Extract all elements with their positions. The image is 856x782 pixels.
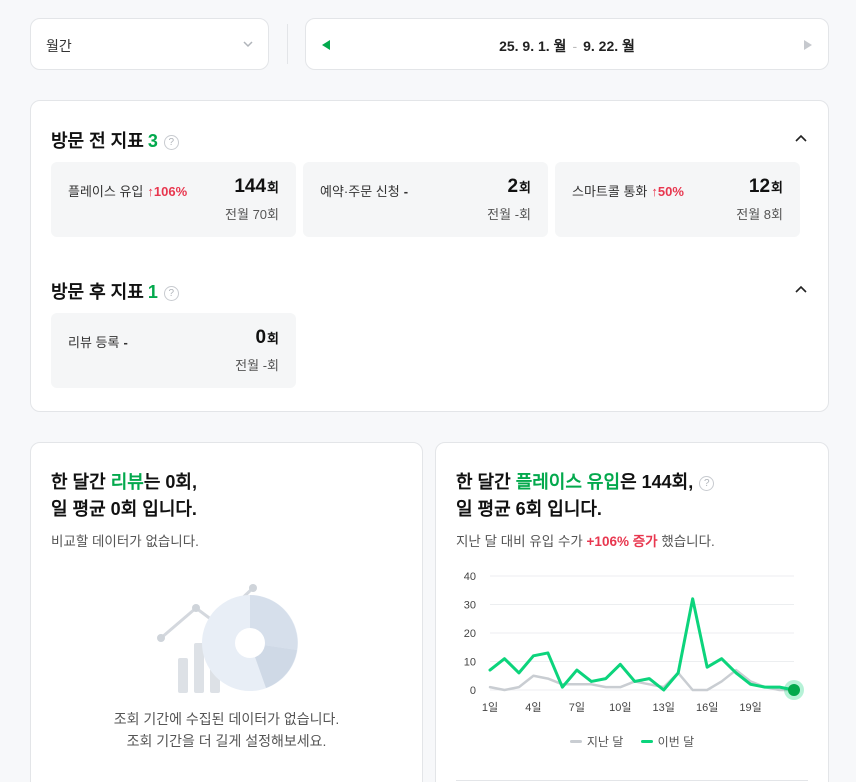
- metric-unit: 회: [267, 180, 279, 195]
- empty-chart-illustration: [157, 584, 298, 693]
- period-select-label: 월간: [46, 38, 72, 54]
- x-tick-label: 10일: [609, 700, 631, 714]
- metric-reservation[interactable]: 예약·주문 신청 - 2회 전월 -회: [303, 162, 548, 237]
- metrics-card: 방문 전 지표 3? 플레이스 유입 ↑106% 144회 전월 70회 예약·주문…: [30, 100, 829, 412]
- metric-review[interactable]: 리뷰 등록 - 0회 전월 -회: [51, 313, 296, 388]
- help-icon[interactable]: ?: [163, 286, 179, 301]
- review-subtext: 비교할 데이터가 없습니다.: [51, 534, 199, 549]
- headline-text: 은 144회,: [620, 472, 694, 492]
- date-range-navigator: 25. 9. 1. 월 -9. 22. 월: [305, 18, 829, 70]
- x-tick-label: 1일: [482, 700, 498, 714]
- metric-name: 리뷰 등록 -: [68, 332, 128, 351]
- help-icon[interactable]: ?: [699, 476, 715, 491]
- review-summary-card: 한 달간 리뷰는 0회, 일 평균 0회 입니다. 비교할 데이터가 없습니다.…: [30, 442, 423, 782]
- x-tick-label: 4일: [525, 700, 541, 714]
- subtext-highlight: +106% 증가: [586, 534, 658, 549]
- metric-change: ↑50%: [651, 184, 684, 199]
- y-tick-label: 40: [464, 571, 476, 583]
- x-tick-label: 7일: [569, 700, 585, 714]
- legend-item-this-month[interactable]: 이번 달: [640, 735, 695, 749]
- legend-swatch: [569, 740, 582, 743]
- legend-label: 지난 달: [586, 735, 624, 749]
- subtext-post: 했습니다.: [657, 534, 715, 549]
- y-tick-label: 10: [464, 657, 476, 669]
- y-tick-label: 30: [464, 600, 476, 612]
- metric-number: 144: [234, 176, 267, 197]
- post-visit-count: 1: [147, 282, 158, 302]
- inflow-subtext: 지난 달 대비 유입 수가 +106% 증가 했습니다.: [456, 530, 715, 550]
- pre-visit-count: 3: [147, 131, 158, 151]
- metric-prev: 전월 -회: [235, 358, 279, 373]
- metric-value: 0회: [255, 327, 279, 349]
- date-range-start: 25. 9. 1. 월: [499, 38, 567, 54]
- chevron-down-icon: [243, 41, 253, 48]
- x-tick-label: 19일: [739, 700, 761, 714]
- metric-change: ↑106%: [147, 184, 188, 199]
- metric-label: 예약·주문 신청: [320, 184, 400, 199]
- help-icon[interactable]: ?: [163, 135, 179, 150]
- inflow-headline: 한 달간 플레이스 유입은 144회,? 일 평균 6회 입니다.: [456, 469, 715, 523]
- legend-item-last-month[interactable]: 지난 달: [569, 735, 624, 749]
- y-tick-label: 0: [470, 685, 476, 697]
- x-tick-label: 13일: [653, 700, 675, 714]
- date-range-separator: -: [572, 38, 578, 54]
- chevron-up-icon[interactable]: [794, 133, 808, 143]
- empty-message: 조회 기간에 수집된 데이터가 없습니다. 조회 기간을 더 길게 설정해보세요…: [31, 708, 422, 752]
- metric-change: -: [403, 184, 409, 199]
- headline-text: 한 달간: [51, 472, 111, 492]
- metric-unit: 회: [771, 180, 783, 195]
- headline-line2: 일 평균 6회 입니다.: [456, 499, 602, 519]
- pre-visit-title: 방문 전 지표 3?: [51, 127, 179, 153]
- metric-value: 2회: [507, 176, 531, 198]
- period-select[interactable]: 월간: [30, 18, 269, 70]
- metric-unit: 회: [267, 331, 279, 346]
- post-visit-title-text: 방문 후 지표: [51, 282, 144, 302]
- metric-value: 12회: [749, 176, 783, 198]
- metric-prev: 전월 -회: [487, 207, 531, 222]
- metric-name: 플레이스 유입 ↑106%: [68, 181, 187, 200]
- pre-visit-title-text: 방문 전 지표: [51, 131, 144, 151]
- headline-highlight: 리뷰: [110, 472, 144, 492]
- headline-highlight: 플레이스 유입: [515, 472, 621, 492]
- inflow-line-chart: 0 10 20 30 40 1일 4일 7일 10일 13일 16일 19일: [464, 571, 804, 714]
- chart-legend: 지난 달 이번 달: [436, 733, 828, 750]
- review-headline: 한 달간 리뷰는 0회, 일 평균 0회 입니다.: [51, 469, 197, 523]
- metric-change: -: [123, 335, 128, 350]
- metric-number: 12: [748, 176, 771, 197]
- inflow-summary-card: 한 달간 플레이스 유입은 144회,? 일 평균 6회 입니다. 지난 달 대…: [435, 442, 829, 782]
- date-range-text: 25. 9. 1. 월 -9. 22. 월: [306, 36, 828, 56]
- metric-number: 0: [255, 327, 267, 348]
- metric-smartcall[interactable]: 스마트콜 통화 ↑50% 12회 전월 8회: [555, 162, 800, 237]
- metric-value: 144회: [234, 176, 279, 198]
- metric-label: 플레이스 유입: [68, 184, 144, 199]
- last-point-marker: [788, 684, 800, 696]
- headline-text: 는 0회,: [143, 472, 197, 492]
- metric-name: 예약·주문 신청 -: [320, 181, 408, 200]
- chevron-up-icon[interactable]: [794, 284, 808, 294]
- empty-line1: 조회 기간에 수집된 데이터가 없습니다.: [113, 711, 340, 727]
- subtext-pre: 지난 달 대비 유입 수가: [456, 534, 587, 549]
- metric-label: 리뷰 등록: [68, 335, 120, 350]
- metric-label: 스마트콜 통화: [572, 184, 648, 199]
- post-visit-title: 방문 후 지표 1?: [51, 278, 179, 304]
- legend-swatch: [640, 740, 653, 743]
- date-range-end: 9. 22. 월: [583, 38, 635, 54]
- metric-unit: 회: [519, 180, 531, 195]
- metric-name: 스마트콜 통화 ↑50%: [572, 181, 684, 200]
- divider: [287, 24, 288, 64]
- y-tick-label: 20: [464, 628, 476, 640]
- metric-place-inflow[interactable]: 플레이스 유입 ↑106% 144회 전월 70회: [51, 162, 296, 237]
- metric-number: 2: [507, 176, 519, 197]
- empty-line2: 조회 기간을 더 길게 설정해보세요.: [126, 733, 327, 749]
- x-tick-label: 16일: [696, 700, 718, 714]
- metric-prev: 전월 70회: [225, 207, 279, 222]
- headline-line2: 일 평균 0회 입니다.: [51, 499, 197, 519]
- legend-label: 이번 달: [657, 735, 695, 749]
- metric-prev: 전월 8회: [736, 207, 783, 222]
- triangle-right-icon[interactable]: [802, 38, 814, 52]
- divider: [456, 780, 808, 781]
- headline-text: 한 달간: [456, 472, 516, 492]
